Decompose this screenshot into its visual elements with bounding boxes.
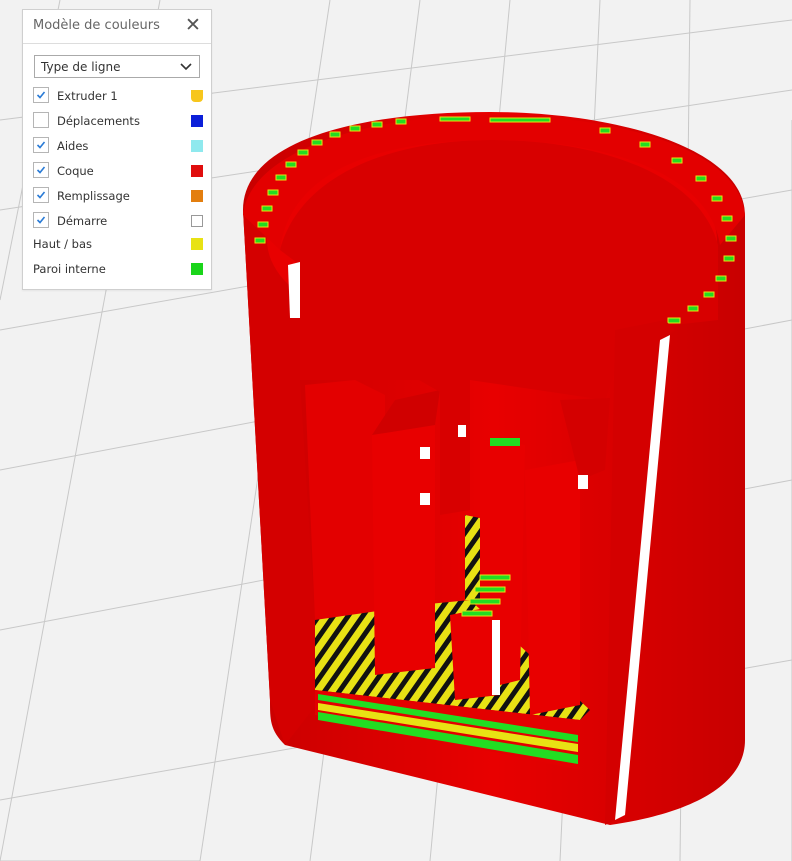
- line-type-dropdown[interactable]: Type de ligne: [34, 55, 200, 78]
- extruder-1-checkbox[interactable]: [33, 87, 49, 103]
- color-scheme-panel: Modèle de couleurs ✕ Type de ligne Extru…: [22, 9, 212, 290]
- legend-label: Paroi interne: [33, 262, 106, 276]
- panel-title: Modèle de couleurs: [33, 18, 160, 33]
- color-swatch: [191, 215, 203, 227]
- legend-paroi-interne: Paroi interne: [33, 259, 203, 279]
- checkmark-icon: [36, 91, 46, 99]
- checkmark-icon: [36, 166, 46, 174]
- legend-item-aides[interactable]: Aides: [33, 136, 203, 156]
- color-swatch: [191, 238, 203, 250]
- legend-item-label: Aides: [57, 139, 89, 153]
- checkmark-icon: [36, 141, 46, 149]
- legend-item-label: Remplissage: [57, 189, 130, 203]
- dropdown-value: Type de ligne: [41, 60, 121, 74]
- legend-label: Haut / bas: [33, 237, 93, 251]
- legend-item-coque[interactable]: Coque: [33, 161, 203, 181]
- demarre-checkbox[interactable]: [33, 212, 49, 228]
- legend-item-deplacements[interactable]: Déplacements: [33, 111, 203, 131]
- deplacements-checkbox[interactable]: [33, 112, 49, 128]
- panel-header: Modèle de couleurs ✕: [23, 10, 211, 44]
- pillar-left: [372, 425, 435, 675]
- extruder-color-swatch: [191, 90, 203, 102]
- color-swatch: [191, 165, 203, 177]
- pillar-right: [525, 460, 580, 715]
- legend-item-demarre[interactable]: Démarre: [33, 211, 203, 231]
- close-icon[interactable]: ✕: [184, 15, 202, 35]
- legend-haut-bas: Haut / bas: [33, 234, 203, 254]
- color-swatch: [191, 263, 203, 275]
- legend-item-label: Coque: [57, 164, 94, 178]
- color-swatch: [191, 140, 203, 152]
- color-swatch: [191, 115, 203, 127]
- checkmark-icon: [36, 191, 46, 199]
- legend-item-remplissage[interactable]: Remplissage: [33, 186, 203, 206]
- coque-checkbox[interactable]: [33, 162, 49, 178]
- legend-item-label: Démarre: [57, 214, 108, 228]
- color-swatch: [191, 190, 203, 202]
- remplissage-checkbox[interactable]: [33, 187, 49, 203]
- aides-checkbox[interactable]: [33, 137, 49, 153]
- chevron-down-icon: [180, 63, 192, 71]
- legend-item-label: Extruder 1: [57, 89, 118, 103]
- checkmark-icon: [36, 216, 46, 224]
- 3d-model[interactable]: [243, 112, 745, 825]
- legend-item-extruder-1[interactable]: Extruder 1: [33, 86, 203, 106]
- legend-item-label: Déplacements: [57, 114, 140, 128]
